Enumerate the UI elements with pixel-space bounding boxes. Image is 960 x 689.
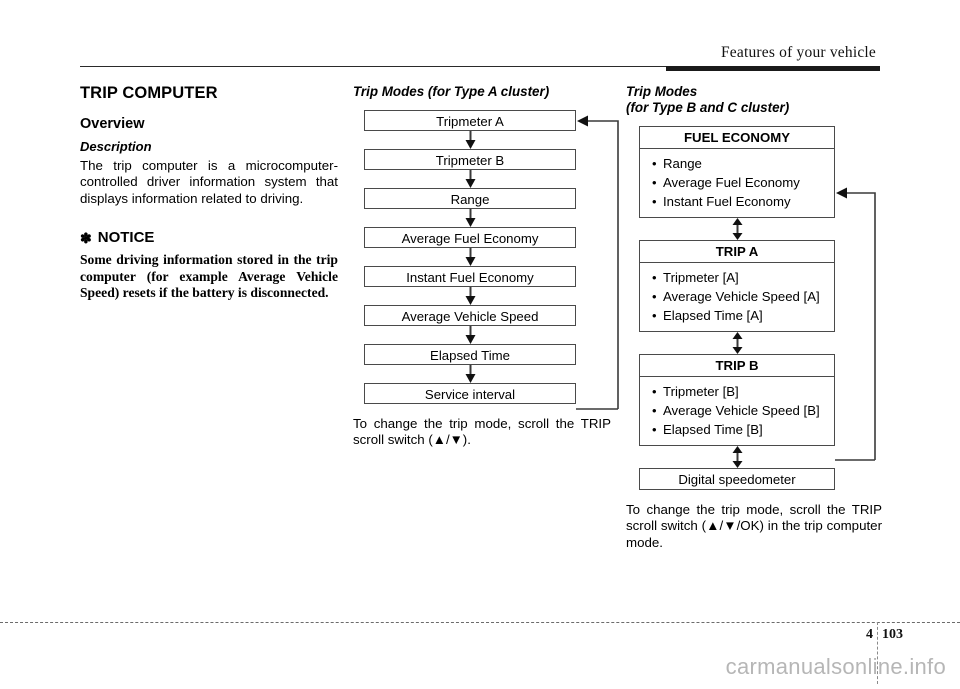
group-title: TRIP B	[640, 355, 834, 377]
flow-arrow-down-icon	[364, 209, 576, 227]
middle-column-caption: To change the trip mode, scroll the TRIP…	[353, 416, 611, 448]
flow-loopback-icon	[835, 187, 876, 461]
list-item: Elapsed Time [B]	[652, 420, 834, 439]
page-title: TRIP COMPUTER	[80, 84, 218, 102]
chapter-number: 4	[866, 627, 873, 642]
flow-arrow-down-icon	[364, 287, 576, 305]
flow-box: Tripmeter A	[364, 110, 576, 131]
bidirectional-arrow-icon	[639, 446, 835, 468]
flow-arrow-down-icon	[364, 248, 576, 266]
flow-arrow-down-icon	[364, 131, 576, 149]
flow-box: Range	[364, 188, 576, 209]
bidirectional-arrow-icon	[639, 332, 835, 354]
list-item: Instant Fuel Economy	[652, 192, 834, 211]
flow-arrow-down-icon	[364, 365, 576, 383]
middle-column-heading: Trip Modes (for Type A cluster)	[353, 84, 550, 99]
flow-arrow-down-icon	[364, 170, 576, 188]
notice-heading: NOTICE	[97, 229, 155, 247]
flow-box: Instant Fuel Economy	[364, 266, 576, 287]
group-item-list: Tripmeter [A] Average Vehicle Speed [A] …	[640, 263, 834, 331]
flow-box: Average Vehicle Speed	[364, 305, 576, 326]
digital-speedometer-box: Digital speedometer	[639, 468, 835, 490]
left-column: TRIP COMPUTER Overview Description The t…	[80, 84, 338, 302]
flow-box: Service interval	[364, 383, 576, 404]
group-box-trip-b: TRIP B Tripmeter [B] Average Vehicle Spe…	[639, 354, 835, 446]
description-text: The trip computer is a microcomputer-con…	[80, 158, 338, 206]
list-item: Elapsed Time [A]	[652, 306, 834, 325]
list-item: Tripmeter [A]	[652, 268, 834, 287]
right-column-caption: To change the trip mode, scroll the TRIP…	[626, 502, 882, 550]
group-item-list: Range Average Fuel Economy Instant Fuel …	[640, 149, 834, 217]
list-item: Average Fuel Economy	[652, 173, 834, 192]
type-bc-flowchart: FUEL ECONOMY Range Average Fuel Economy …	[639, 126, 876, 490]
notice-text: Some driving information stored in the t…	[80, 252, 338, 301]
flow-box: Tripmeter B	[364, 149, 576, 170]
manual-page: Features of your vehicle TRIP COMPUTER O…	[0, 0, 960, 689]
running-head: Features of your vehicle	[720, 44, 876, 61]
bidirectional-arrow-icon	[639, 218, 835, 240]
middle-column: Trip Modes (for Type A cluster) Tripmete…	[353, 84, 619, 449]
footer-divider	[0, 622, 960, 623]
list-item: Average Vehicle Speed [B]	[652, 401, 834, 420]
right-column: Trip Modes (for Type B and C cluster) FU…	[626, 84, 882, 551]
group-item-list: Tripmeter [B] Average Vehicle Speed [B] …	[640, 377, 834, 445]
notice-heading-row: ✽ NOTICE	[80, 229, 338, 246]
page-number: 103	[882, 627, 903, 642]
overview-heading: Overview	[80, 116, 145, 132]
group-box-fuel-economy: FUEL ECONOMY Range Average Fuel Economy …	[639, 126, 835, 218]
right-column-heading: Trip Modes (for Type B and C cluster)	[626, 84, 790, 115]
group-box-trip-a: TRIP A Tripmeter [A] Average Vehicle Spe…	[639, 240, 835, 332]
asterisk-icon: ✽	[80, 229, 92, 246]
watermark: carmanualsonline.info	[725, 654, 946, 679]
list-item: Average Vehicle Speed [A]	[652, 287, 834, 306]
flow-box: Elapsed Time	[364, 344, 576, 365]
list-item: Tripmeter [B]	[652, 382, 834, 401]
flow-arrow-down-icon	[364, 326, 576, 344]
group-title: FUEL ECONOMY	[640, 127, 834, 149]
header-bar	[666, 66, 880, 71]
list-item: Range	[652, 154, 834, 173]
group-title: TRIP A	[640, 241, 834, 263]
flow-box: Average Fuel Economy	[364, 227, 576, 248]
type-a-flowchart: Tripmeter A Tripmeter B Range Average Fu…	[364, 110, 619, 410]
flow-loopback-icon	[576, 115, 619, 410]
description-heading: Description	[80, 139, 152, 154]
